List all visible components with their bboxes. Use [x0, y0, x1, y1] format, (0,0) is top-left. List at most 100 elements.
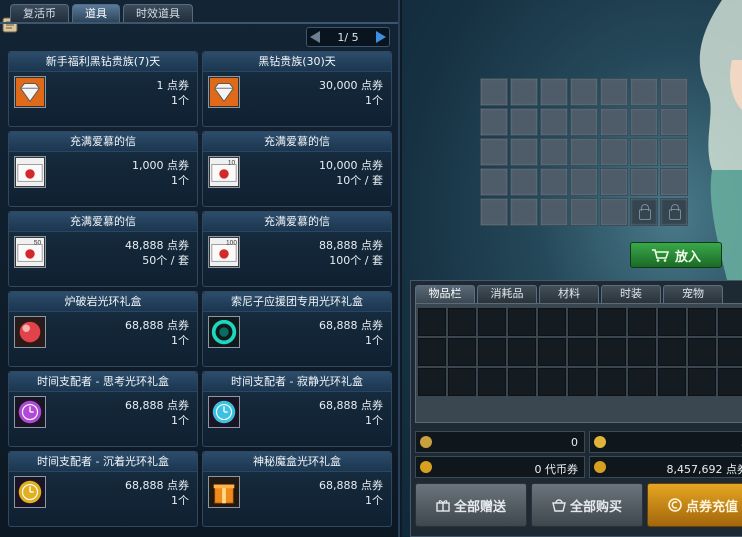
- trade-slot[interactable]: [570, 108, 598, 136]
- item-card[interactable]: 充满爱慕的信 50 48,888 点券 50个 / 套: [8, 211, 198, 287]
- trade-slot[interactable]: [480, 168, 508, 196]
- trade-slot[interactable]: [630, 108, 658, 136]
- item-card[interactable]: 充满爱慕的信 10 10,000 点券 10个 / 套: [202, 131, 392, 207]
- recharge-button[interactable]: 点券充值: [647, 483, 742, 527]
- buy-all-button[interactable]: 全部购买: [531, 483, 643, 527]
- trade-slot[interactable]: [630, 138, 658, 166]
- inventory-slot[interactable]: [658, 368, 686, 396]
- trade-slot[interactable]: [510, 78, 538, 106]
- item-card[interactable]: 神秘魔盒光环礼盒 68,888 点券 1个: [202, 451, 392, 527]
- item-card[interactable]: 充满爱慕的信 1,000 点券 1个: [8, 131, 198, 207]
- put-in-button[interactable]: 放入: [630, 242, 722, 268]
- trade-slot[interactable]: [660, 108, 688, 136]
- inventory-slot[interactable]: [538, 338, 566, 366]
- trade-slot[interactable]: [480, 138, 508, 166]
- tab-revive-coin[interactable]: 复活币: [10, 4, 69, 23]
- trade-slot[interactable]: [600, 108, 628, 136]
- inventory-slot[interactable]: [568, 338, 596, 366]
- item-card[interactable]: 时间支配者 - 寂静光环礼盒 68,888 点券 1个: [202, 371, 392, 447]
- inventory-slot[interactable]: [538, 308, 566, 336]
- item-title: 充满爱慕的信: [203, 132, 391, 152]
- trade-slot[interactable]: [570, 198, 598, 226]
- inventory-slot[interactable]: [418, 308, 446, 336]
- item-card[interactable]: 充满爱慕的信 100 88,888 点券 100个 / 套: [202, 211, 392, 287]
- trade-slot[interactable]: [480, 108, 508, 136]
- trade-slot[interactable]: [570, 168, 598, 196]
- inventory-slot[interactable]: [718, 368, 742, 396]
- inventory-slot[interactable]: [628, 338, 656, 366]
- inventory-slot[interactable]: [688, 338, 716, 366]
- tab-consumables[interactable]: 消耗品: [477, 285, 537, 303]
- inventory-slot[interactable]: [508, 308, 536, 336]
- trade-slot[interactable]: [570, 78, 598, 106]
- inventory-slot[interactable]: [688, 368, 716, 396]
- inventory-slot[interactable]: [448, 308, 476, 336]
- trade-slot[interactable]: [480, 198, 508, 226]
- inventory-slot[interactable]: [628, 368, 656, 396]
- trade-slot[interactable]: [540, 78, 568, 106]
- tab-items[interactable]: 道具: [72, 4, 120, 23]
- item-card[interactable]: 新手福利黑钻贵族(7)天 1 点券 1个: [8, 51, 198, 127]
- tab-timed-items[interactable]: 时效道具: [123, 4, 193, 23]
- inventory-slot[interactable]: [508, 338, 536, 366]
- inventory-slot[interactable]: [598, 338, 626, 366]
- inventory-slot[interactable]: [448, 368, 476, 396]
- item-card[interactable]: 索尼子应援团专用光环礼盒 68,888 点券 1个: [202, 291, 392, 367]
- inventory-slot[interactable]: [418, 338, 446, 366]
- trade-slot[interactable]: [660, 168, 688, 196]
- inventory-slot[interactable]: [568, 308, 596, 336]
- inventory-slot[interactable]: [538, 368, 566, 396]
- trade-slot[interactable]: [510, 168, 538, 196]
- trade-slot[interactable]: [510, 138, 538, 166]
- trade-slot[interactable]: [540, 108, 568, 136]
- item-card[interactable]: 黑钻贵族(30)天 30,000 点券 1个: [202, 51, 392, 127]
- inventory-slot[interactable]: [478, 338, 506, 366]
- trade-slot[interactable]: [540, 198, 568, 226]
- item-quantity: 50个 / 套: [142, 254, 189, 267]
- item-card[interactable]: 炉破岩光环礼盒 68,888 点券 1个: [8, 291, 198, 367]
- buy-all-label: 全部购买: [569, 499, 622, 515]
- trade-slot[interactable]: [540, 138, 568, 166]
- trade-slot[interactable]: [600, 168, 628, 196]
- item-quantity: 1个: [171, 414, 189, 427]
- tab-pets[interactable]: 宠物: [663, 285, 723, 303]
- trade-slot[interactable]: [570, 138, 598, 166]
- inventory-slot[interactable]: [718, 338, 742, 366]
- trade-slot[interactable]: [660, 138, 688, 166]
- trade-slot[interactable]: [540, 168, 568, 196]
- item-card[interactable]: 时间支配者 - 思考光环礼盒 68,888 点券 1个: [8, 371, 198, 447]
- inventory-slot[interactable]: [688, 308, 716, 336]
- gift-all-button[interactable]: 全部赠送: [415, 483, 527, 527]
- inventory-slot[interactable]: [568, 368, 596, 396]
- inventory-slot[interactable]: [448, 338, 476, 366]
- inventory-slot[interactable]: [478, 368, 506, 396]
- trade-slot[interactable]: [510, 198, 538, 226]
- item-card[interactable]: 时间支配者 - 沉着光环礼盒 68,888 点券 1个: [8, 451, 198, 527]
- tab-inventory[interactable]: 物品栏: [415, 285, 475, 303]
- item-price: 1 点券: [156, 79, 190, 92]
- inventory-slot[interactable]: [478, 308, 506, 336]
- trade-slot[interactable]: [480, 78, 508, 106]
- inventory-slot[interactable]: [508, 368, 536, 396]
- inventory-slot[interactable]: [628, 308, 656, 336]
- trade-slot[interactable]: [600, 198, 628, 226]
- prev-page-icon[interactable]: [310, 31, 320, 43]
- tab-materials[interactable]: 材料: [539, 285, 599, 303]
- trade-slot[interactable]: [510, 108, 538, 136]
- trade-slot[interactable]: [600, 78, 628, 106]
- inventory-slot[interactable]: [658, 338, 686, 366]
- inventory-slot[interactable]: [598, 308, 626, 336]
- trade-slot[interactable]: [600, 138, 628, 166]
- trade-slot[interactable]: [630, 168, 658, 196]
- next-page-icon[interactable]: [375, 31, 386, 43]
- inventory-slot[interactable]: [598, 368, 626, 396]
- inventory-grid: [418, 308, 742, 396]
- tab-fashion[interactable]: 时装: [601, 285, 661, 303]
- trade-slot[interactable]: [660, 78, 688, 106]
- inventory-slot[interactable]: [418, 368, 446, 396]
- inventory-slot[interactable]: [658, 308, 686, 336]
- inventory-slot[interactable]: [718, 308, 742, 336]
- item-quantity: 1个: [365, 334, 383, 347]
- trade-slot[interactable]: [630, 78, 658, 106]
- item-title: 黑钻贵族(30)天: [203, 52, 391, 72]
